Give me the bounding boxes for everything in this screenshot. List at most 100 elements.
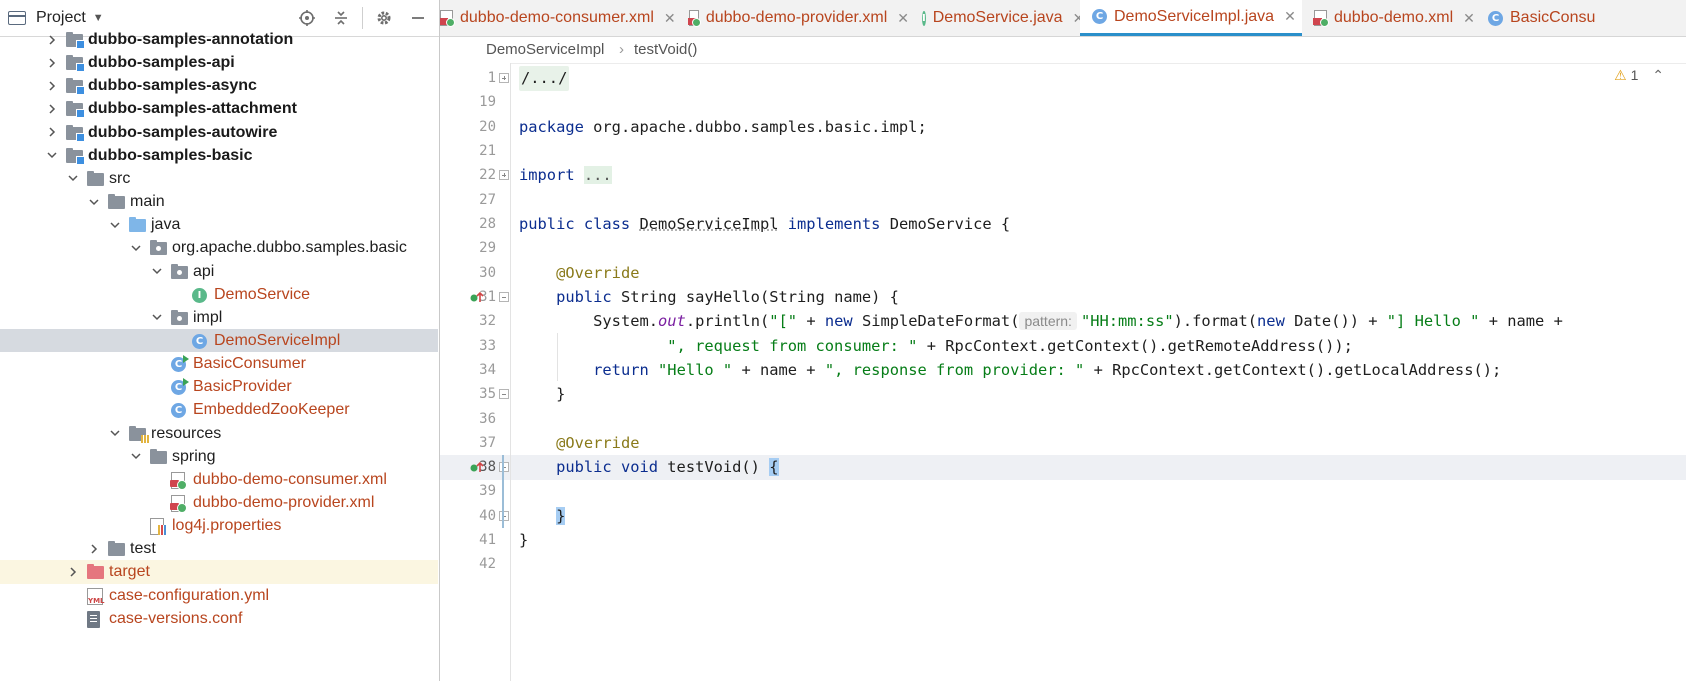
editor-tab[interactable]: I DemoService.java ✕: [910, 0, 1084, 36]
keyword: public void: [556, 458, 659, 476]
chevron-right-icon[interactable]: [45, 74, 59, 97]
line-number: 21: [479, 143, 496, 159]
tree-item[interactable]: I DemoService: [0, 283, 438, 306]
tree-item[interactable]: main: [0, 190, 438, 213]
chevron-right-icon[interactable]: [87, 537, 101, 560]
chevron-right-icon[interactable]: [45, 28, 59, 51]
chevron-down-icon[interactable]: [108, 213, 122, 236]
properties-file-icon: [150, 518, 167, 536]
line-number: 22: [479, 167, 496, 183]
close-icon[interactable]: ✕: [897, 10, 909, 27]
string-literal: "[": [769, 312, 798, 330]
collapse-fold-icon[interactable]: [499, 389, 509, 399]
code-line: }: [511, 528, 1686, 553]
implements-method-icon[interactable]: [470, 290, 484, 304]
collapse-fold-icon[interactable]: [499, 462, 509, 472]
tree-item[interactable]: test: [0, 537, 438, 560]
editor-tab[interactable]: C BasicConsu: [1476, 0, 1686, 36]
chevron-right-icon[interactable]: [45, 97, 59, 120]
tree-item[interactable]: dubbo-samples-autowire: [0, 121, 438, 144]
module-folder-icon: [66, 55, 85, 73]
code-line: }: [511, 382, 1686, 407]
chevron-right-icon[interactable]: [45, 121, 59, 144]
chevron-up-icon[interactable]: ⌃: [1652, 67, 1664, 83]
text-file-icon: [87, 610, 100, 628]
yml-file-icon: YML: [87, 587, 105, 605]
chevron-down-icon[interactable]: [129, 236, 143, 259]
tree-item-label: dubbo-demo-consumer.xml: [193, 470, 387, 488]
breadcrumb-class[interactable]: DemoServiceImpl: [486, 37, 604, 63]
inspection-widget[interactable]: ⚠ 1 ⌃: [1614, 67, 1664, 84]
tree-item[interactable]: C BasicConsumer: [0, 352, 438, 375]
tree-item[interactable]: C EmbeddedZooKeeper: [0, 398, 438, 421]
folded-imports[interactable]: ...: [583, 166, 612, 184]
tree-item[interactable]: target: [0, 560, 438, 584]
chevron-down-icon[interactable]: [87, 190, 101, 213]
tree-item[interactable]: C DemoServiceImpl: [0, 328, 438, 353]
editor-tab-label: DemoService.java: [932, 9, 1063, 26]
close-icon[interactable]: ✕: [1463, 10, 1475, 27]
code-text: String sayHello(String name) {: [611, 288, 899, 306]
code-line: System.out.println("[" + new SimpleDateF…: [511, 309, 1686, 334]
editor-tab-label: dubbo-demo.xml: [1334, 9, 1454, 26]
warning-icon: ⚠: [1614, 67, 1627, 83]
tree-item[interactable]: dubbo-samples-api: [0, 51, 438, 74]
tree-item[interactable]: case-versions.conf: [0, 607, 438, 630]
code-text: org.apache.dubbo.samples.basic.impl;: [583, 118, 927, 136]
breadcrumb-method[interactable]: testVoid(): [634, 37, 697, 63]
expand-fold-icon[interactable]: [499, 170, 509, 180]
editor-tab[interactable]: C DemoServiceImpl.java ✕: [1080, 0, 1302, 36]
chevron-down-icon[interactable]: [66, 167, 80, 190]
implements-method-icon[interactable]: [470, 460, 484, 474]
tree-item[interactable]: impl: [0, 306, 438, 329]
code-text: .println(: [685, 312, 770, 330]
keyword: public class: [519, 215, 631, 233]
tree-item[interactable]: dubbo-samples-attachment: [0, 97, 438, 120]
chevron-down-icon[interactable]: [150, 260, 164, 283]
editor-tab-label: dubbo-demo-consumer.xml: [460, 9, 654, 26]
line-number: 19: [479, 94, 496, 110]
project-view-selector[interactable]: Project: [36, 9, 86, 27]
tree-item-label: BasicProvider: [193, 378, 292, 396]
collapse-fold-icon[interactable]: [499, 292, 509, 302]
expand-fold-icon[interactable]: [499, 73, 509, 83]
editor-tab[interactable]: dubbo-demo-provider.xml ✕: [677, 0, 909, 36]
chevron-down-icon[interactable]: [108, 422, 122, 445]
line-number: 34: [479, 362, 496, 378]
tree-item[interactable]: org.apache.dubbo.samples.basic: [0, 236, 438, 259]
folded-comment[interactable]: /.../: [519, 66, 570, 91]
tree-item[interactable]: dubbo-samples-basic: [0, 144, 438, 167]
vcs-change-marker[interactable]: [502, 455, 504, 528]
tree-item[interactable]: dubbo-demo-provider.xml: [0, 491, 438, 514]
code-editor[interactable]: /.../ package org.apache.dubbo.samples.b…: [511, 63, 1686, 681]
module-folder-icon: [66, 78, 85, 96]
chevron-down-icon[interactable]: [150, 306, 164, 329]
tree-item[interactable]: dubbo-samples-annotation: [0, 28, 438, 51]
tree-item[interactable]: src: [0, 167, 438, 190]
tree-item[interactable]: log4j.properties: [0, 514, 438, 537]
tree-item[interactable]: dubbo-demo-consumer.xml: [0, 468, 438, 491]
tree-item[interactable]: spring: [0, 445, 438, 468]
close-icon[interactable]: ✕: [664, 10, 676, 27]
tree-item[interactable]: api: [0, 260, 438, 283]
chevron-down-icon[interactable]: [129, 445, 143, 468]
runnable-class-icon: C: [171, 355, 189, 373]
editor-tab[interactable]: dubbo-demo.xml ✕: [1302, 0, 1476, 36]
tree-item-label: spring: [172, 447, 216, 465]
code-text: SimpleDateFormat(: [852, 312, 1020, 330]
chevron-right-icon[interactable]: [66, 560, 80, 583]
collapse-fold-icon[interactable]: [499, 511, 509, 521]
chevron-right-icon[interactable]: [45, 51, 59, 74]
tree-item-label: case-configuration.yml: [109, 586, 270, 604]
tree-item[interactable]: C BasicProvider: [0, 375, 438, 398]
chevron-down-icon[interactable]: ▼: [93, 12, 104, 24]
tree-item[interactable]: dubbo-samples-async: [0, 74, 438, 97]
close-icon[interactable]: ✕: [1284, 8, 1296, 25]
tree-item[interactable]: resources: [0, 422, 438, 445]
tree-item-label: test: [130, 540, 156, 558]
tree-item[interactable]: YML case-configuration.yml: [0, 584, 438, 607]
warning-count: 1: [1630, 67, 1639, 83]
tree-item[interactable]: java: [0, 213, 438, 236]
editor-tab[interactable]: dubbo-demo-consumer.xml ✕: [440, 0, 676, 36]
chevron-down-icon[interactable]: [45, 144, 59, 167]
